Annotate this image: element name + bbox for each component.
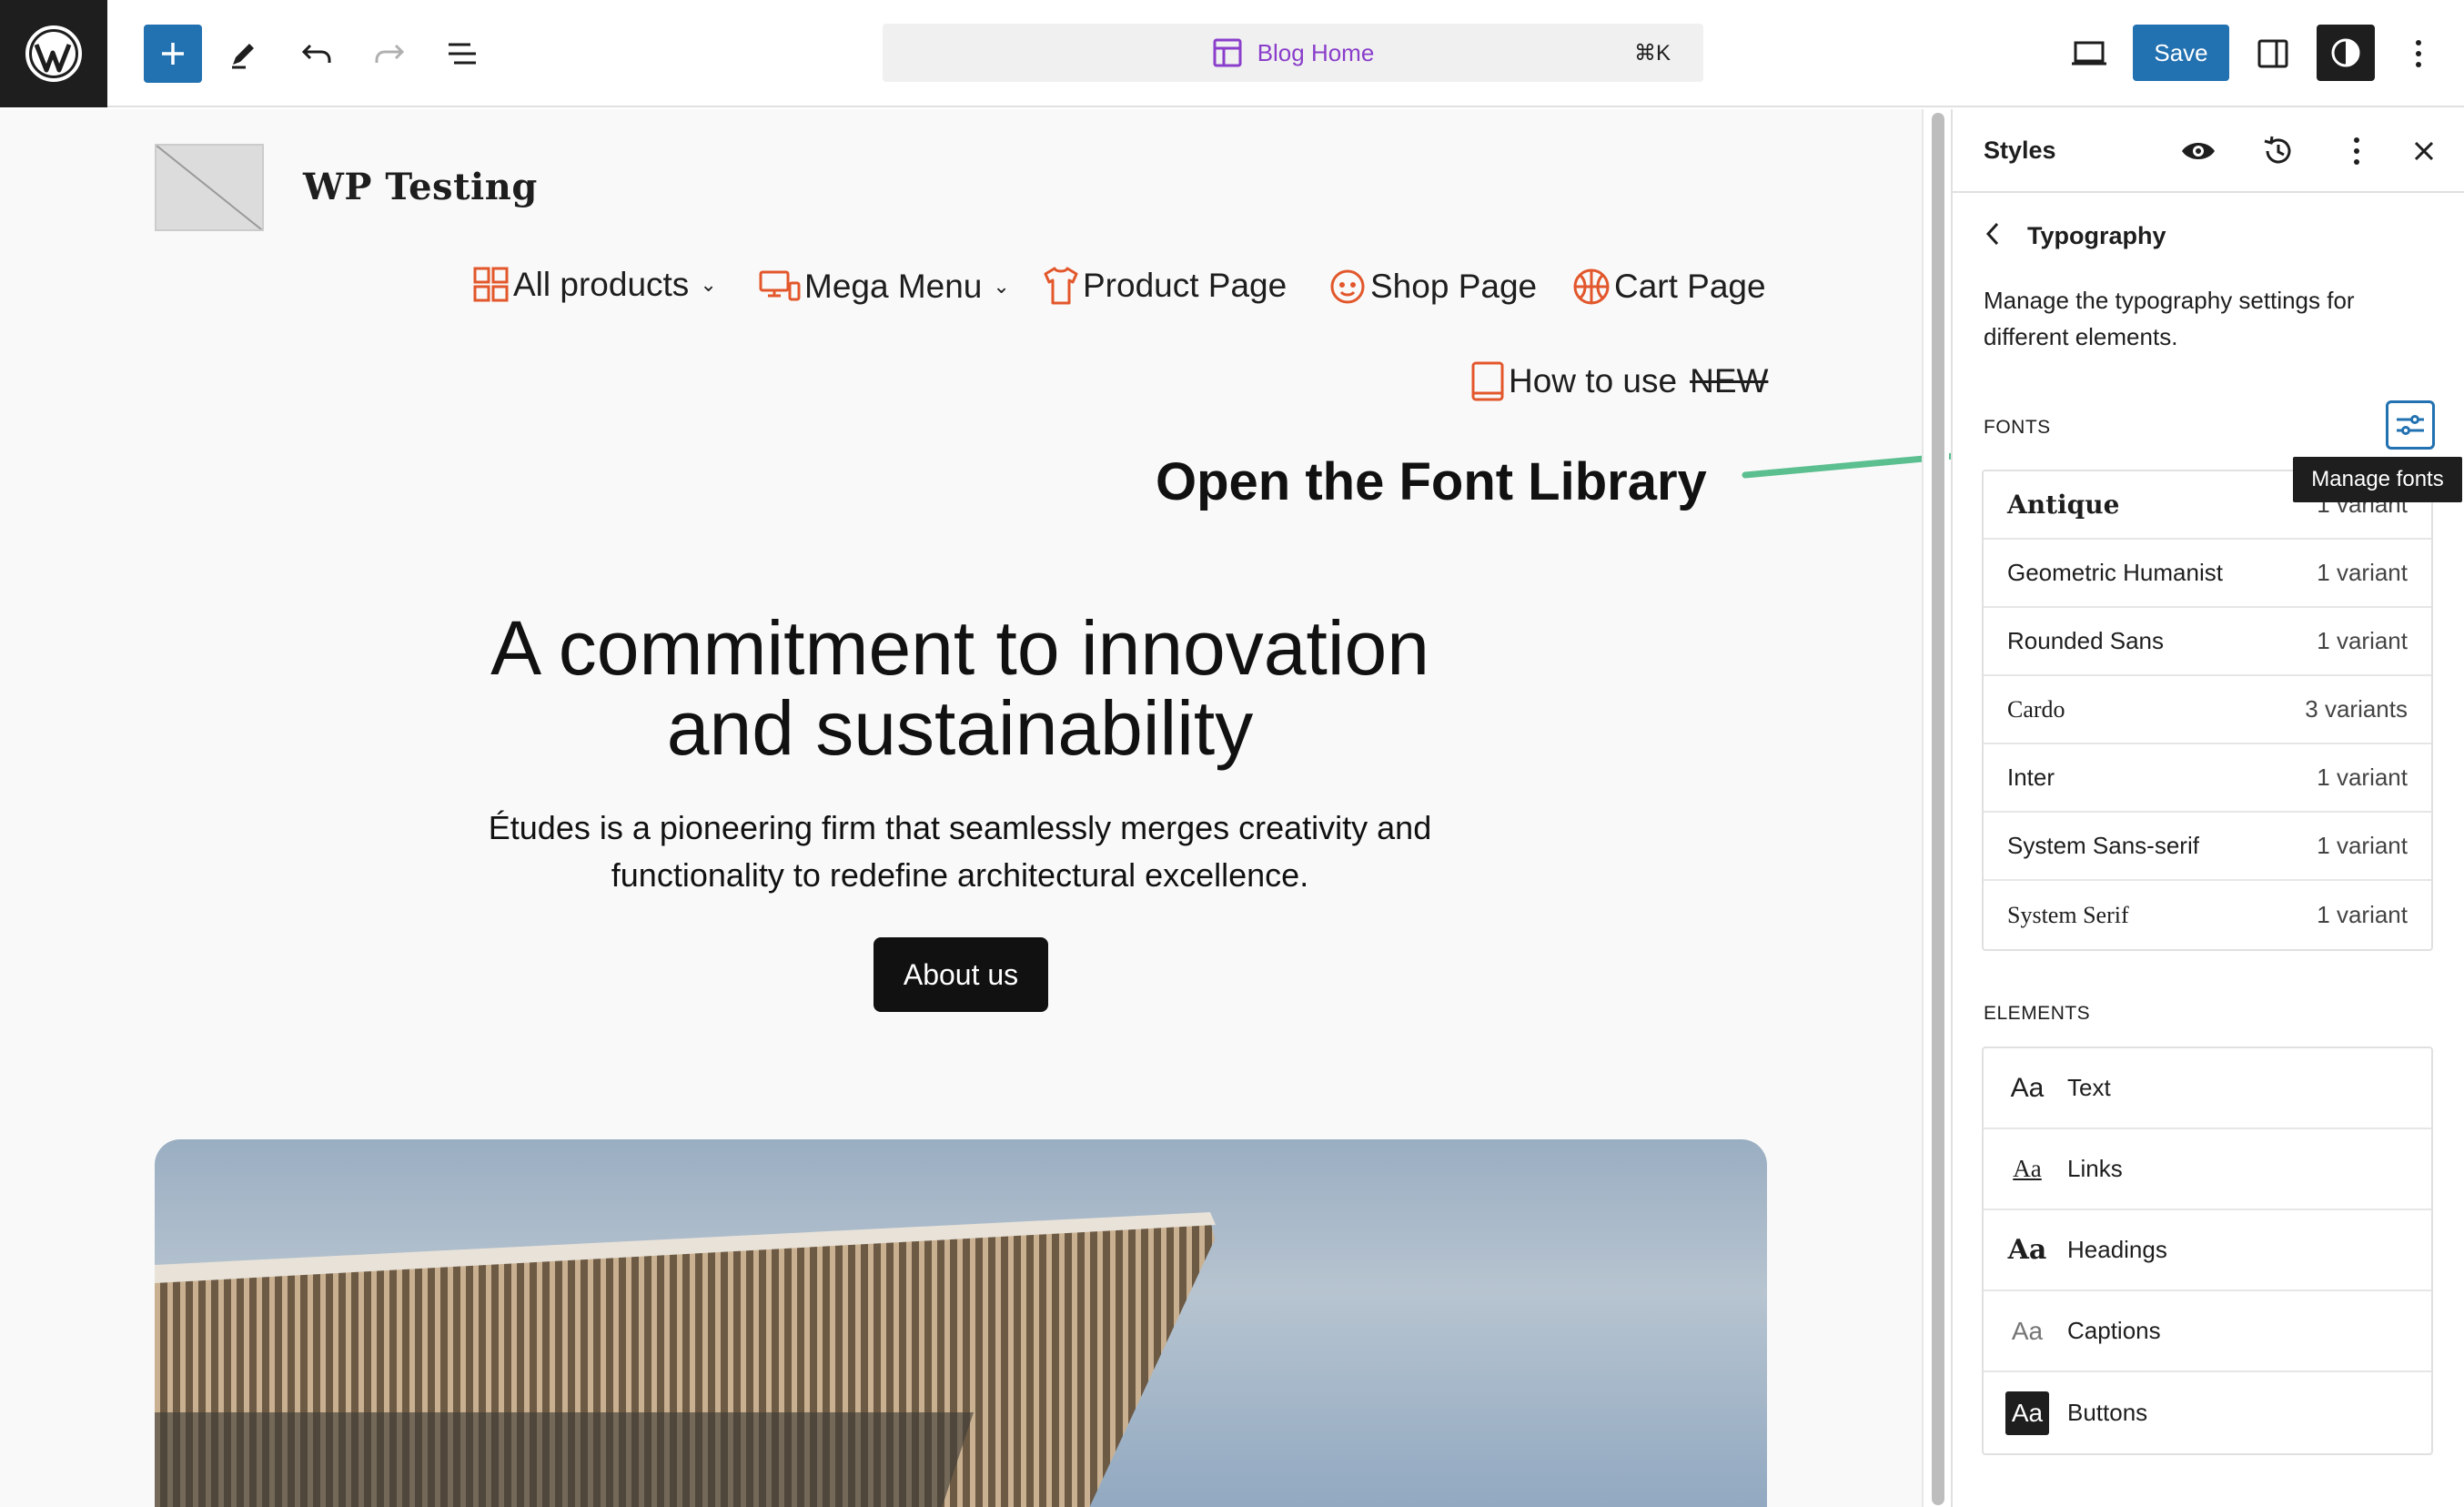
- close-icon: [2414, 141, 2434, 161]
- buttons-preview-icon: Aa: [2005, 1391, 2049, 1435]
- element-label: Text: [2067, 1074, 2111, 1101]
- style-book-button[interactable]: [2176, 129, 2220, 173]
- eye-icon: [2182, 143, 2215, 159]
- back-button[interactable]: [1984, 220, 2002, 252]
- element-label: Headings: [2067, 1236, 2167, 1263]
- element-item-buttons[interactable]: Aa Buttons: [1984, 1372, 2431, 1453]
- headings-preview-icon: Aa: [2007, 1234, 2047, 1266]
- font-item-cardo[interactable]: Cardo 3 variants: [1984, 676, 2431, 744]
- font-variants: 1 variant: [2317, 901, 2408, 928]
- font-item-rounded-sans[interactable]: Rounded Sans 1 variant: [1984, 608, 2431, 676]
- typography-elements-list: Aa Text Aa Links Aa Headings Aa Captions…: [1982, 1047, 2433, 1455]
- sliders-icon: [2397, 415, 2424, 435]
- font-name: System Sans-serif: [2007, 832, 2199, 859]
- chevron-left-icon: [1985, 222, 1999, 246]
- captions-preview-icon: Aa: [2011, 1316, 2044, 1345]
- sidebar-options-button[interactable]: [2335, 129, 2378, 173]
- elements-section-label: ELEMENTS: [1984, 1003, 2091, 1024]
- text-preview-icon: Aa: [2010, 1072, 2045, 1103]
- links-preview-icon: Aa: [2013, 1155, 2042, 1182]
- font-variants: 1 variant: [2317, 832, 2408, 859]
- element-label: Links: [2067, 1155, 2123, 1182]
- font-name: Rounded Sans: [2007, 627, 2165, 654]
- font-families-list: Antique 1 variant Geometric Humanist 1 v…: [1982, 470, 2433, 951]
- revisions-button[interactable]: [2257, 129, 2300, 173]
- font-variants: 1 variant: [2317, 764, 2408, 791]
- font-item-system-serif[interactable]: System Serif 1 variant: [1984, 881, 2431, 949]
- sidebar-header: Styles: [1953, 109, 2464, 193]
- manage-fonts-tooltip: Manage fonts: [2293, 457, 2462, 502]
- font-variants: 1 variant: [2317, 627, 2408, 654]
- font-item-inter[interactable]: Inter 1 variant: [1984, 744, 2431, 813]
- panel-heading: Typography: [2027, 222, 2166, 249]
- element-item-headings[interactable]: Aa Headings: [1984, 1210, 2431, 1291]
- font-name: Cardo: [2007, 695, 2065, 723]
- fonts-section-label: FONTS: [1984, 417, 2051, 438]
- panel-description: Manage the typography settings for diffe…: [1984, 287, 2355, 350]
- element-label: Captions: [2067, 1317, 2161, 1344]
- canvas-scrollbar[interactable]: [1922, 109, 1949, 1507]
- element-label: Buttons: [2067, 1399, 2148, 1426]
- font-item-geometric-humanist[interactable]: Geometric Humanist 1 variant: [1984, 540, 2431, 608]
- element-item-text[interactable]: Aa Text: [1984, 1048, 2431, 1129]
- font-name: Antique: [2007, 490, 2120, 520]
- more-vertical-icon: [2354, 137, 2359, 165]
- font-item-system-sans-serif[interactable]: System Sans-serif 1 variant: [1984, 813, 2431, 881]
- font-variants: 3 variants: [2305, 695, 2408, 723]
- manage-fonts-button[interactable]: [2386, 400, 2435, 450]
- element-item-links[interactable]: Aa Links: [1984, 1129, 2431, 1210]
- close-sidebar-button[interactable]: [2402, 129, 2446, 173]
- typography-back-row: Typography: [1984, 220, 2166, 252]
- font-name: Inter: [2007, 764, 2055, 791]
- history-icon: [2264, 136, 2291, 164]
- font-name: Geometric Humanist: [2007, 559, 2223, 586]
- sidebar-title: Styles: [1984, 137, 2056, 164]
- element-item-captions[interactable]: Aa Captions: [1984, 1291, 2431, 1372]
- font-name: System Serif: [2007, 901, 2129, 928]
- font-variants: 1 variant: [2317, 559, 2408, 586]
